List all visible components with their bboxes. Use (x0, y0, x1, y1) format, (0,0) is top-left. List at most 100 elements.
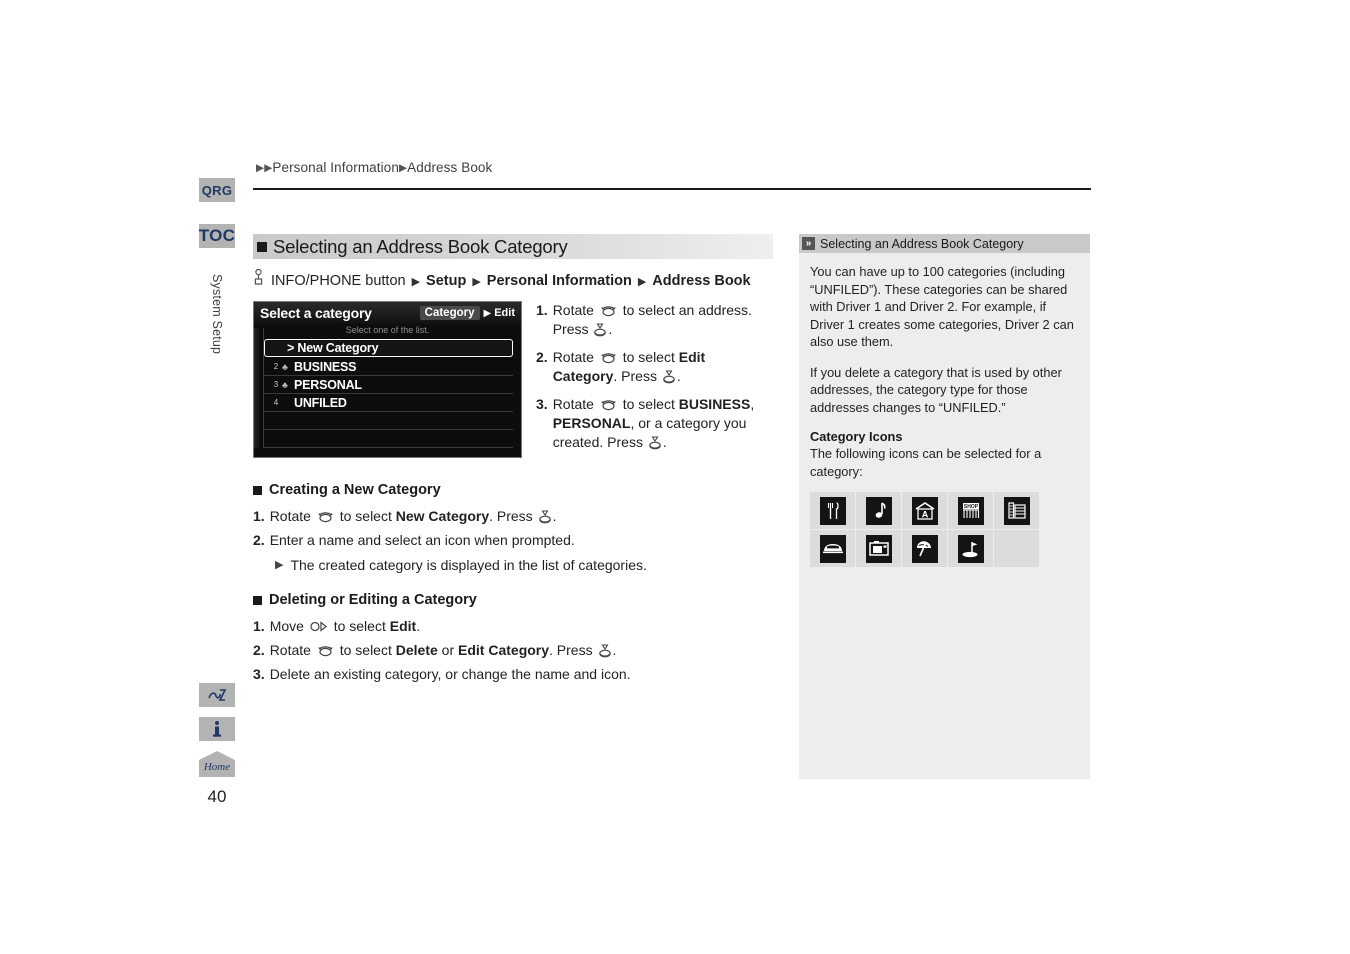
tab-qrg[interactable]: QRG (199, 178, 235, 202)
golf-flag-icon[interactable] (948, 530, 993, 567)
svg-text:A: A (921, 509, 928, 519)
voice-command-icon[interactable] (199, 683, 235, 707)
sidebar-note-header: » Selecting an Address Book Category (799, 234, 1090, 254)
list-item-label: PERSONAL (294, 377, 362, 392)
step-text: Rotate to select Edit Category. Press . (552, 349, 706, 384)
nav-edit-button[interactable]: Edit (494, 307, 515, 319)
subsection-heading-text: Deleting or Editing a Category (269, 592, 477, 608)
home-button[interactable]: Home (199, 751, 235, 777)
step-number: 2. (253, 532, 265, 548)
section-tab-system-setup[interactable]: System Setup (199, 254, 235, 374)
side-tab-rail-bottom: Home 40 (199, 683, 235, 807)
note-arrow-icon: ▶ (275, 559, 284, 571)
section-creating-new-category: Creating a New Category 1. Rotate to sel… (253, 482, 773, 576)
step-text: Rotate to select New Category. Press . (269, 508, 557, 524)
tab-toc[interactable]: TOC (199, 224, 235, 248)
page-title: Selecting an Address Book Category (253, 234, 773, 259)
menu-path-step-2: Personal Information (486, 273, 632, 289)
menu-path-step-3: Address Book (652, 273, 751, 289)
step-text: Move to select Edit. (269, 618, 421, 634)
category-icon-grid: A SHOP (810, 492, 1078, 567)
procedure-step: 2. Rotate to select Delete or Edit Categ… (253, 639, 773, 661)
press-knob-icon (538, 510, 552, 524)
beach-umbrella-icon[interactable] (902, 530, 947, 567)
menu-path-button: INFO/PHONE button (271, 273, 406, 289)
category-icons-heading: Category Icons (810, 429, 903, 444)
list-item-number: 4 (273, 398, 278, 407)
svg-text:Home: Home (203, 761, 230, 773)
path-arrow-2-icon: ▶ (472, 276, 481, 288)
nav-screen-subtitle: Select one of the list. (345, 325, 430, 335)
list-item[interactable]: 3 ♣ PERSONAL (264, 376, 513, 394)
nav-category-list: > New Category 2 ♣ BUSINESS 3 ♣ PERSONAL… (264, 339, 513, 448)
step-text: Rotate to select Delete or Edit Category… (269, 642, 617, 658)
breadcrumb-arrow-icon-3: ▶ (398, 162, 408, 174)
list-item-number: 2 (273, 362, 278, 371)
procedure-step: 2. Rotate to select Edit Category. Press… (536, 348, 768, 386)
car-icon[interactable] (810, 530, 855, 567)
section-tab-label: System Setup (210, 273, 224, 355)
list-item[interactable]: 2 ♣ BUSINESS (264, 358, 513, 376)
nav-screen-titlebar: Select a category Category ▶ Edit (254, 302, 521, 324)
step-number: 2. (536, 349, 548, 365)
press-knob-icon (648, 436, 662, 450)
empty-slot (994, 530, 1039, 567)
step-number: 1. (536, 302, 548, 318)
tab-toc-label: TOC (198, 226, 236, 245)
bullet-square-icon (257, 241, 267, 252)
path-arrow-3-icon: ▶ (637, 276, 647, 288)
nav-screen-title: Select a category (260, 305, 372, 321)
step-number: 3. (536, 396, 548, 412)
breadcrumb: ▶▶Personal Information▶Address Book (256, 160, 492, 175)
subsection-heading: Deleting or Editing a Category (253, 592, 773, 608)
page-title-text: Selecting an Address Book Category (273, 235, 568, 257)
page-number: 40 (207, 787, 227, 806)
menu-path-step-1: Setup (426, 273, 467, 289)
procedure-step: 2. Enter a name and select an icon when … (253, 529, 773, 551)
step-text: Rotate to select an address. Press . (552, 302, 752, 337)
tab-qrg-label: QRG (201, 182, 233, 198)
breadcrumb-arrow-icon: ▶ (256, 162, 265, 174)
header-rule (253, 188, 1091, 190)
music-note-icon[interactable] (856, 492, 901, 529)
rotate-knob-icon (317, 644, 334, 657)
step-text: Enter a name and select an icon when pro… (269, 532, 575, 548)
hard-button-icon (253, 268, 264, 289)
photo-icon[interactable] (856, 530, 901, 567)
list-item[interactable]: > New Category (264, 339, 513, 357)
procedure-step: 3. Rotate to select BUSINESS, PERSONAL, … (536, 395, 768, 452)
step-number: 1. (253, 508, 265, 524)
nav-category-button[interactable]: Category (419, 306, 480, 320)
school-icon[interactable]: A (902, 492, 947, 529)
list-item-empty (264, 412, 513, 430)
step-note: ▶ The created category is displayed in t… (275, 554, 773, 576)
move-selector-icon (310, 621, 328, 632)
sidebar-note-panel: » Selecting an Address Book Category You… (799, 234, 1090, 779)
breadcrumb-item-1[interactable]: Personal Information (272, 160, 399, 175)
office-building-icon[interactable] (994, 492, 1039, 529)
step-number: 1. (253, 618, 265, 634)
shop-icon[interactable]: SHOP (948, 492, 993, 529)
breadcrumb-item-2[interactable]: Address Book (407, 160, 492, 175)
restaurant-icon[interactable] (810, 492, 855, 529)
svg-text:SHOP: SHOP (963, 504, 978, 510)
menu-path: INFO/PHONE button ▶ Setup ▶ Personal Inf… (253, 268, 773, 289)
bullet-square-icon (253, 595, 262, 605)
category-icon: ♣ (282, 379, 288, 390)
list-item-label: UNFILED (294, 395, 347, 410)
step-number: 2. (253, 642, 265, 658)
side-tab-rail: QRG TOC System Setup (199, 178, 235, 374)
press-knob-icon (662, 370, 676, 384)
step-text: Delete an existing category, or change t… (269, 666, 631, 682)
rotate-knob-icon (600, 304, 617, 317)
list-item-number: 3 (273, 380, 278, 389)
double-chevron-icon: » (802, 237, 815, 250)
path-arrow-1-icon: ▶ (411, 276, 421, 288)
list-item[interactable]: 4 UNFILED (264, 394, 513, 412)
rotate-knob-icon (600, 351, 617, 364)
rotate-knob-icon (317, 510, 334, 523)
sidebar-paragraph: You can have up to 100 categories (inclu… (810, 264, 1074, 349)
nav-edit-arrow-icon: ▶ (483, 307, 492, 319)
category-icon: ♣ (282, 361, 288, 372)
information-icon[interactable] (199, 717, 235, 741)
